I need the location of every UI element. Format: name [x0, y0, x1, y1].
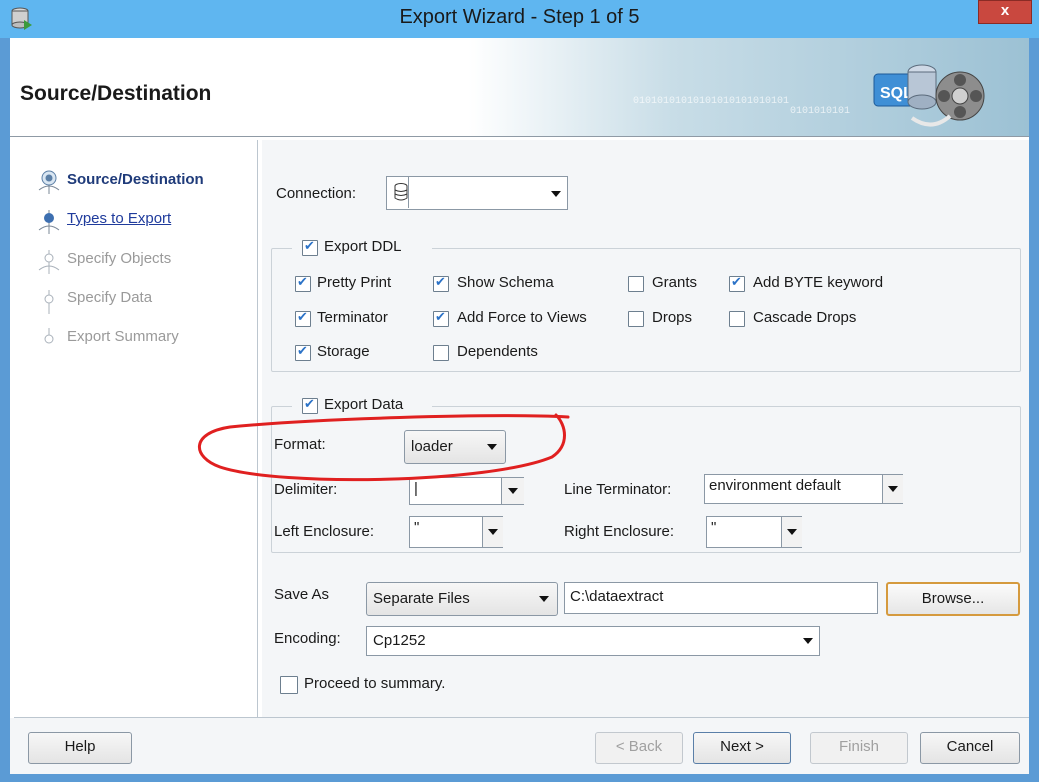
terminator-checkbox[interactable] — [295, 309, 311, 327]
add-byte-keyword-label: Add BYTE keyword — [753, 274, 884, 291]
drops-label: Drops — [652, 309, 693, 326]
current-step-icon — [38, 170, 60, 194]
page-title: Source/Destination — [20, 82, 212, 105]
step-specify-objects: Specify Objects — [67, 250, 172, 267]
right-enclosure-value: " — [711, 519, 717, 536]
connection-label: Connection: — [276, 185, 357, 202]
header-decoration: 0101010101 — [790, 106, 851, 117]
encoding-select[interactable]: Cp1252 — [366, 626, 820, 656]
add-force-to-views-label: Add Force to Views — [457, 309, 587, 326]
next-button[interactable]: Next > — [693, 732, 791, 764]
proceed-to-summary-checkbox[interactable] — [280, 676, 298, 694]
close-button[interactable]: x — [978, 0, 1032, 24]
show-schema-label: Show Schema — [457, 274, 554, 291]
right-enclosure-label: Right Enclosure: — [564, 523, 675, 540]
browse-button[interactable]: Browse... — [886, 582, 1020, 616]
left-enclosure-label: Left Enclosure: — [274, 523, 375, 540]
drops-checkbox[interactable] — [628, 311, 644, 327]
terminator-label: Terminator — [317, 309, 388, 326]
step-types-to-export[interactable]: Types to Export — [67, 210, 171, 227]
pretty-print-label: Pretty Print — [317, 274, 392, 291]
save-as-label: Save As — [274, 586, 330, 603]
chevron-down-icon — [888, 486, 898, 492]
connection-select[interactable] — [386, 176, 568, 210]
show-schema-checkbox[interactable] — [433, 274, 449, 292]
wizard-footer: Help < Back Next > Finish Cancel — [10, 718, 1029, 774]
pretty-print-checkbox[interactable] — [295, 274, 311, 292]
step-icon — [44, 290, 54, 314]
save-path-input[interactable]: C:\dataextract — [564, 582, 878, 614]
chevron-down-icon — [539, 596, 549, 602]
cancel-button[interactable]: Cancel — [920, 732, 1020, 764]
cascade-drops-checkbox[interactable] — [729, 311, 745, 327]
step-export-summary: Export Summary — [67, 328, 179, 345]
header-decoration: 01010101010101010101010101 — [633, 96, 790, 107]
step-source-destination[interactable]: Source/Destination — [67, 171, 204, 188]
cascade-drops-label: Cascade Drops — [753, 309, 857, 326]
back-button[interactable]: < Back — [595, 732, 683, 764]
help-button[interactable]: Help — [28, 732, 132, 764]
divider — [10, 136, 1029, 137]
line-terminator-value: environment default — [709, 477, 841, 494]
line-terminator-select[interactable]: environment default — [704, 474, 903, 504]
export-ddl-checkbox[interactable] — [302, 238, 318, 256]
left-enclosure-select[interactable]: " — [409, 516, 503, 548]
database-icon — [394, 183, 408, 201]
storage-label: Storage — [317, 343, 370, 360]
finish-button[interactable]: Finish — [810, 732, 908, 764]
encoding-label: Encoding: — [274, 630, 341, 647]
chevron-down-icon — [488, 529, 498, 535]
right-enclosure-select[interactable]: " — [706, 516, 802, 548]
step-icon — [38, 210, 60, 234]
add-byte-keyword-checkbox[interactable] — [729, 274, 745, 292]
dependents-checkbox[interactable] — [433, 345, 449, 361]
proceed-to-summary-label: Proceed to summary. — [304, 675, 446, 692]
chevron-down-icon — [787, 529, 797, 535]
line-terminator-label: Line Terminator: — [564, 481, 672, 498]
chevron-down-icon — [803, 638, 813, 644]
step-icon — [38, 250, 60, 274]
sql-export-icon: SQL — [873, 64, 985, 127]
left-enclosure-value: " — [414, 519, 420, 536]
chevron-down-icon — [551, 191, 561, 197]
save-as-select[interactable]: Separate Files — [366, 582, 558, 616]
save-as-value: Separate Files — [373, 590, 470, 607]
add-force-to-views-checkbox[interactable] — [433, 309, 449, 327]
grants-label: Grants — [652, 274, 698, 291]
annotation-highlight — [198, 413, 570, 482]
export-ddl-label: Export DDL — [324, 238, 402, 255]
dependents-label: Dependents — [457, 343, 538, 360]
encoding-value: Cp1252 — [373, 632, 426, 649]
window-title: Export Wizard - Step 1 of 5 — [399, 6, 640, 28]
step-specify-data: Specify Data — [67, 289, 153, 306]
step-icon — [44, 328, 54, 344]
grants-checkbox[interactable] — [628, 276, 644, 292]
storage-checkbox[interactable] — [295, 343, 311, 361]
